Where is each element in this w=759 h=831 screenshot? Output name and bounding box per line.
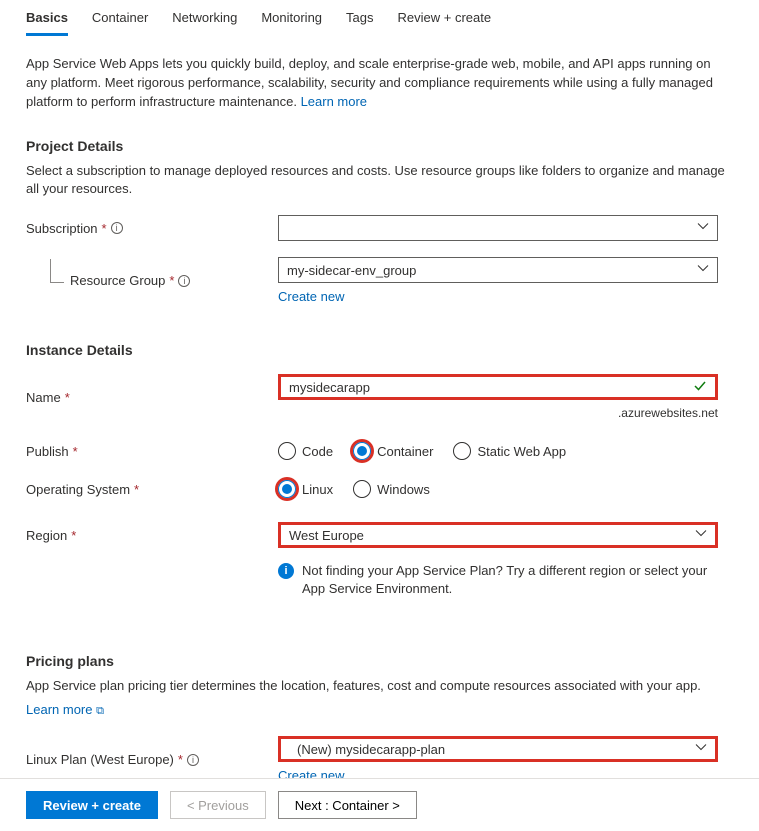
linux-plan-select[interactable]: (New) mysidecarapp-plan	[278, 736, 718, 762]
intro-learn-more-link[interactable]: Learn more	[301, 94, 367, 109]
next-button[interactable]: Next : Container >	[278, 791, 417, 819]
chevron-down-icon	[695, 742, 707, 757]
required-marker: *	[169, 273, 174, 288]
tab-container[interactable]: Container	[92, 10, 148, 36]
subscription-select[interactable]	[278, 215, 718, 241]
domain-suffix: .azurewebsites.net	[278, 406, 718, 420]
tab-review[interactable]: Review + create	[398, 10, 492, 36]
wizard-tabs: Basics Container Networking Monitoring T…	[26, 0, 733, 37]
pricing-desc: App Service plan pricing tier determines…	[26, 677, 733, 696]
region-select[interactable]: West Europe	[278, 522, 718, 548]
info-icon[interactable]: i	[111, 222, 123, 234]
tab-basics[interactable]: Basics	[26, 10, 68, 36]
os-label: Operating System	[26, 482, 130, 497]
required-marker: *	[134, 482, 139, 497]
project-details-heading: Project Details	[26, 138, 733, 154]
resource-group-label: Resource Group	[70, 273, 165, 288]
pricing-desc-text: App Service plan pricing tier determines…	[26, 678, 701, 693]
checkmark-icon	[693, 379, 707, 396]
name-input[interactable]: mysidecarapp	[278, 374, 718, 400]
tab-monitoring[interactable]: Monitoring	[261, 10, 322, 36]
required-marker: *	[73, 444, 78, 459]
chevron-down-icon	[697, 221, 709, 236]
info-icon[interactable]: i	[187, 754, 199, 766]
publish-code-label: Code	[302, 444, 333, 459]
name-value: mysidecarapp	[289, 380, 370, 395]
info-icon: i	[278, 563, 294, 579]
required-marker: *	[102, 221, 107, 236]
publish-radio-swa[interactable]: Static Web App	[453, 442, 566, 460]
os-radio-windows[interactable]: Windows	[353, 480, 430, 498]
os-windows-label: Windows	[377, 482, 430, 497]
plan-value: (New) mysidecarapp-plan	[297, 742, 445, 757]
publish-label: Publish	[26, 444, 69, 459]
plan-create-new-link[interactable]: Create new	[278, 768, 344, 778]
os-linux-label: Linux	[302, 482, 333, 497]
wizard-footer: Review + create < Previous Next : Contai…	[0, 778, 759, 831]
previous-button: < Previous	[170, 791, 266, 819]
publish-radio-code[interactable]: Code	[278, 442, 333, 460]
publish-radio-container[interactable]: Container	[353, 442, 433, 460]
region-value: West Europe	[289, 528, 364, 543]
publish-container-label: Container	[377, 444, 433, 459]
chevron-down-icon	[697, 263, 709, 278]
intro-text: App Service Web Apps lets you quickly bu…	[26, 55, 733, 112]
instance-details-heading: Instance Details	[26, 342, 733, 358]
pricing-learn-more-link[interactable]: Learn more ⧉	[26, 702, 104, 717]
region-label: Region	[26, 528, 67, 543]
pricing-heading: Pricing plans	[26, 653, 733, 669]
tab-tags[interactable]: Tags	[346, 10, 373, 36]
review-create-button[interactable]: Review + create	[26, 791, 158, 819]
name-label: Name	[26, 390, 61, 405]
intro-body: App Service Web Apps lets you quickly bu…	[26, 56, 713, 109]
external-link-icon: ⧉	[96, 705, 104, 717]
required-marker: *	[178, 752, 183, 767]
chevron-down-icon	[695, 528, 707, 543]
project-details-desc: Select a subscription to manage deployed…	[26, 162, 733, 200]
os-radio-linux[interactable]: Linux	[278, 480, 333, 498]
region-hint: Not finding your App Service Plan? Try a…	[302, 562, 718, 598]
required-marker: *	[71, 528, 76, 543]
publish-swa-label: Static Web App	[477, 444, 566, 459]
info-icon[interactable]: i	[178, 275, 190, 287]
resource-group-value: my-sidecar-env_group	[287, 263, 416, 278]
subscription-label: Subscription	[26, 221, 98, 236]
rg-create-new-link[interactable]: Create new	[278, 289, 344, 304]
tab-networking[interactable]: Networking	[172, 10, 237, 36]
tree-connector	[50, 259, 64, 283]
required-marker: *	[65, 390, 70, 405]
resource-group-select[interactable]: my-sidecar-env_group	[278, 257, 718, 283]
plan-label: Linux Plan (West Europe)	[26, 752, 174, 767]
